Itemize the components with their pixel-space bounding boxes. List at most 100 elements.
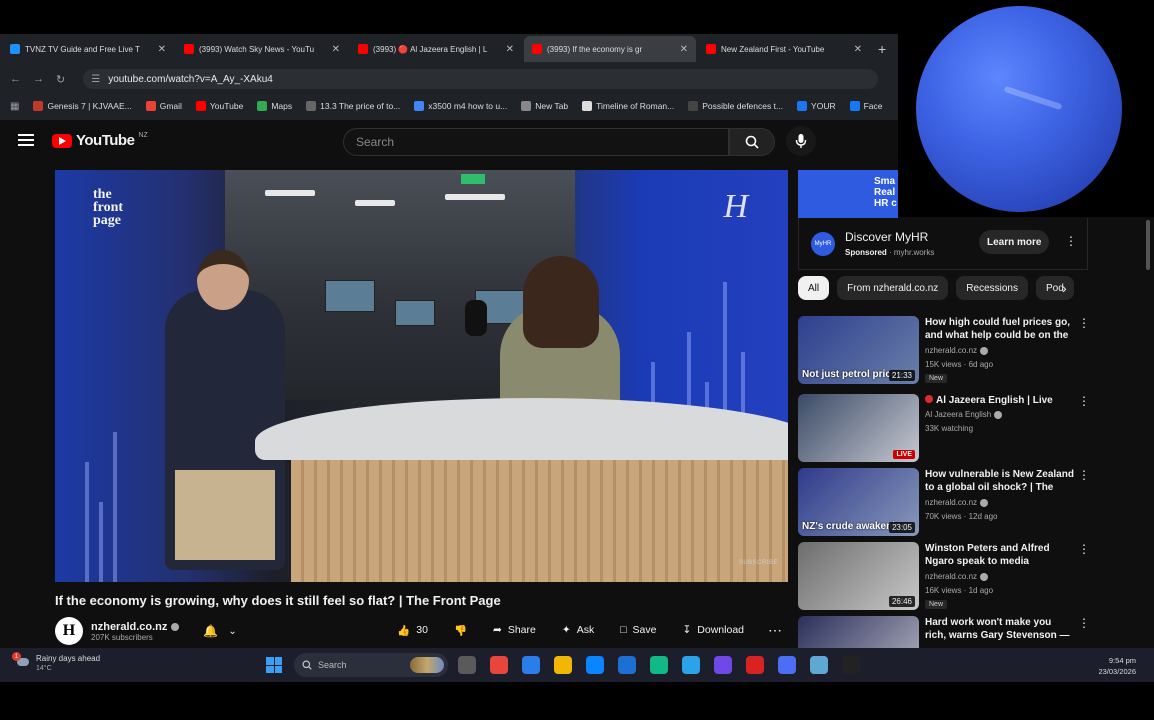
taskbar-app-icon[interactable] (522, 656, 540, 674)
dislike-button[interactable]: 👎 (446, 617, 475, 643)
taskbar-app-icon[interactable] (490, 656, 508, 674)
bookmark-item[interactable]: Timeline of Roman... (582, 101, 674, 111)
bookmark-item[interactable]: Gmail (145, 101, 182, 111)
channel-name[interactable]: nzherald.co.nz (91, 621, 167, 633)
filter-chips: All From nzherald.co.nz Recessions Pod (798, 276, 1078, 300)
close-icon[interactable]: ✕ (506, 44, 514, 55)
recommendation-title[interactable]: Winston Peters and Alfred Ngaro speak to… (925, 542, 1075, 568)
recommendation-channel[interactable]: Al Jazeera English (925, 410, 1003, 419)
youtube-logo[interactable]: YouTube NZ (52, 132, 148, 149)
system-clock[interactable]: 9:54 pm 23/03/2026 (1098, 655, 1136, 677)
recommendation-item[interactable]: Not just petrol prices 21:33 How high coul… (798, 316, 1098, 384)
scrollbar-thumb[interactable] (1146, 220, 1150, 270)
more-options-icon[interactable]: ⋮ (1078, 616, 1090, 630)
back-icon[interactable]: ← (10, 73, 21, 85)
ad-card[interactable]: MyHR Discover MyHR Sponsored · myhr.work… (798, 218, 1088, 270)
video-thumbnail[interactable]: LIVE (798, 394, 919, 462)
browser-tab[interactable]: New Zealand First - YouTube ✕ (698, 36, 870, 62)
recommendation-item[interactable]: 26:46 Winston Peters and Alfred Ngaro spe… (798, 542, 1098, 610)
new-tab-button[interactable]: + (878, 41, 886, 57)
more-options-icon[interactable]: ⋮ (1078, 316, 1090, 330)
ad-banner[interactable]: Sma Real HR c (798, 170, 898, 218)
taskbar-app-icon[interactable] (554, 656, 572, 674)
taskbar-app-icon[interactable] (618, 656, 636, 674)
scrollbar[interactable] (1144, 216, 1152, 648)
taskbar-app-icon[interactable] (778, 656, 796, 674)
browser-tab[interactable]: (3993) 🔴 Al Jazeera English | L ✕ (350, 36, 522, 62)
close-icon[interactable]: ✕ (854, 44, 862, 55)
forward-icon[interactable]: → (33, 73, 44, 85)
chevron-right-icon[interactable]: › (1062, 280, 1067, 296)
more-options-icon[interactable]: ⋮ (1078, 394, 1090, 408)
channel-avatar[interactable]: H (55, 617, 83, 645)
recommendation-channel[interactable]: nzherald.co.nz (925, 572, 989, 581)
recommendation-title[interactable]: Al Jazeera English | Live (925, 394, 1075, 407)
recommendation-channel[interactable]: nzherald.co.nz (925, 346, 989, 355)
browser-tab[interactable]: (3993) Watch Sky News - YouTu ✕ (176, 36, 348, 62)
microphone-icon (795, 134, 807, 148)
more-actions-icon[interactable]: ⋯ (762, 617, 788, 643)
taskbar-app-icon[interactable] (458, 656, 476, 674)
video-thumbnail[interactable]: Not just petrol prices 21:33 (798, 316, 919, 384)
video-thumbnail[interactable]: 26:46 (798, 542, 919, 610)
more-options-icon[interactable]: ⋮ (1078, 468, 1090, 482)
ad-more-icon[interactable]: ⋮ (1065, 234, 1077, 248)
taskbar-app-icon[interactable] (586, 656, 604, 674)
learn-more-button[interactable]: Learn more (979, 230, 1050, 254)
save-button[interactable]: □ Save (612, 617, 664, 643)
bookmark-item[interactable]: Face (849, 101, 883, 111)
bookmark-item[interactable]: New Tab (521, 101, 568, 111)
filter-chip[interactable]: Recessions (956, 276, 1028, 300)
menu-icon[interactable] (18, 134, 34, 146)
video-thumbnail[interactable]: NZ's crude awakening 23:05 (798, 468, 919, 536)
browser-tab[interactable]: (3993) If the economy is gr ✕ (524, 36, 696, 62)
taskbar-app-icon[interactable] (746, 656, 764, 674)
recommendation-title[interactable]: Hard work won't make you rich, warns Gar… (925, 616, 1075, 642)
recommendation-title[interactable]: How high could fuel prices go, and what … (925, 316, 1075, 342)
bookmark-item[interactable]: 13.3 The price of to... (306, 101, 400, 111)
bookmark-label: Genesis 7 | KJVAAE... (47, 101, 132, 111)
like-button[interactable]: 👍 30 (389, 617, 436, 643)
browser-tab[interactable]: TVNZ TV Guide and Free Live T ✕ (2, 36, 174, 62)
taskbar-app-icon[interactable] (714, 656, 732, 674)
filter-chip[interactable]: All (798, 276, 830, 300)
recommendation-title-text: How high could fuel prices go, and what … (925, 317, 1071, 341)
ask-button[interactable]: ✦ Ask (554, 617, 602, 643)
search-input[interactable]: Search (343, 128, 729, 156)
download-button[interactable]: ↧ Download (674, 617, 752, 643)
notification-button[interactable]: 🔔 ⌄ (203, 624, 236, 638)
subscribe-watermark[interactable]: SUBSCRIBE (739, 560, 778, 566)
taskbar-search[interactable]: Search (294, 653, 448, 677)
video-player[interactable]: the front page H SUBSCRIBE (55, 170, 788, 582)
windows-start-icon[interactable] (266, 657, 282, 673)
search-button[interactable] (729, 128, 775, 156)
reload-icon[interactable]: ↻ (56, 73, 65, 86)
bookmark-item[interactable]: Maps (257, 101, 292, 111)
voice-search-button[interactable] (786, 126, 816, 156)
close-icon[interactable]: ✕ (158, 44, 166, 55)
recommendation-item[interactable]: NZ's crude awakening 23:05 How vulnerable … (798, 468, 1098, 536)
bookmark-item[interactable]: YouTube (195, 101, 243, 111)
apps-grid-icon[interactable]: ▦ (10, 101, 19, 112)
bookmark-item[interactable]: Possible defences t... (688, 101, 783, 111)
search-placeholder: Search (356, 135, 395, 149)
taskbar-app-icon[interactable] (842, 656, 860, 674)
taskbar-app-icon[interactable] (650, 656, 668, 674)
close-icon[interactable]: ✕ (680, 44, 688, 55)
recommendation-title[interactable]: How vulnerable is New Zealand to a globa… (925, 468, 1075, 494)
bookmark-item[interactable]: x3500 m4 how to u... (414, 101, 507, 111)
bookmark-item[interactable]: YOUR (797, 101, 836, 111)
more-options-icon[interactable]: ⋮ (1078, 542, 1090, 556)
site-info-icon[interactable]: ☰ (91, 74, 100, 85)
recommendation-channel[interactable]: nzherald.co.nz (925, 498, 989, 507)
filter-chip[interactable]: Pod (1035, 276, 1074, 300)
weather-widget[interactable]: 1 Rainy days ahead 14°C (12, 652, 100, 674)
taskbar-app-icon[interactable] (682, 656, 700, 674)
recommendation-item[interactable]: LIVE Al Jazeera English | Live Al Jazeera … (798, 394, 1098, 462)
filter-chip[interactable]: From nzherald.co.nz (837, 276, 949, 300)
taskbar-app-icon[interactable] (810, 656, 828, 674)
bookmark-item[interactable]: Genesis 7 | KJVAAE... (33, 101, 132, 111)
share-button[interactable]: ➦ Share (485, 617, 544, 643)
address-bar[interactable]: ☰ youtube.com/watch?v=A_Ay_-XAku4 (83, 69, 879, 89)
close-icon[interactable]: ✕ (332, 44, 340, 55)
